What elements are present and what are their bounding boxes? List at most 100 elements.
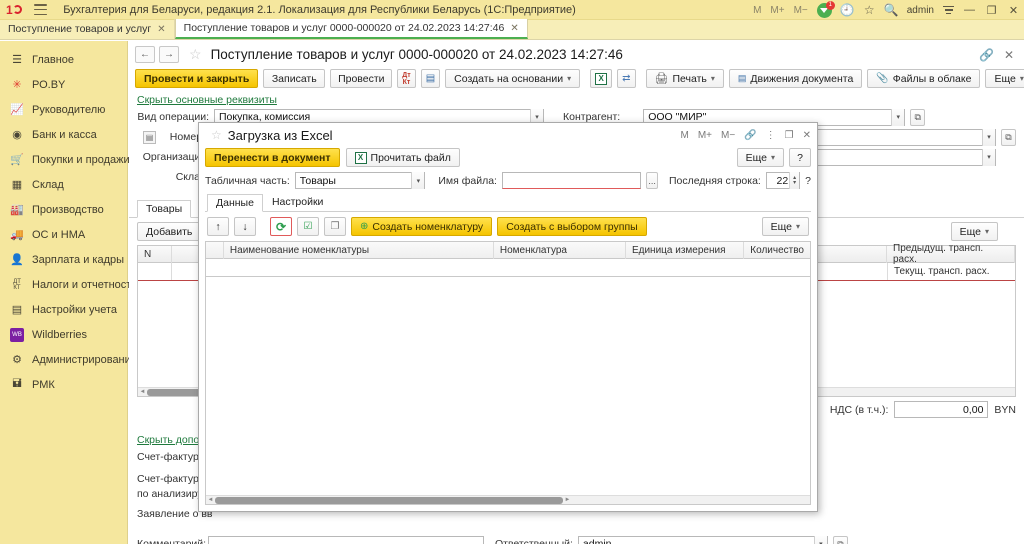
import-grid-body[interactable] bbox=[206, 277, 810, 495]
dialog-more-button[interactable]: Еще ▾ bbox=[736, 148, 784, 167]
memory-mplus-button[interactable]: M+ bbox=[770, 5, 784, 16]
memory-m-button[interactable]: M bbox=[753, 5, 761, 16]
add-row-button[interactable]: Добавить bbox=[137, 222, 202, 241]
create-on-basis-button[interactable]: Создать на основании ▾ bbox=[445, 69, 581, 88]
contract-open-button[interactable]: ⧉ bbox=[1001, 128, 1016, 146]
hide-main-props-link[interactable]: Скрыть основные реквизиты bbox=[137, 94, 277, 106]
move-up-button[interactable]: ↑ bbox=[207, 217, 229, 236]
copy-button[interactable]: ❐ bbox=[324, 217, 346, 236]
tab-nastroyki[interactable]: Настройки bbox=[263, 193, 333, 211]
sidebar-item-zarplata-kadry[interactable]: 👤 Зарплата и кадры bbox=[0, 247, 127, 272]
print-button[interactable]: 🖨 Печать ▾ bbox=[645, 69, 724, 88]
memory-mminus-button[interactable]: M− bbox=[721, 130, 735, 141]
create-with-group-button[interactable]: Создать с выбором группы bbox=[497, 217, 647, 236]
reports-button[interactable]: ▤ bbox=[420, 69, 441, 88]
responsible-field[interactable]: admin ▾ bbox=[577, 535, 828, 544]
close-window-button[interactable]: ✕ bbox=[1007, 4, 1020, 17]
comment-field[interactable] bbox=[208, 535, 484, 544]
table-part-value: Товары bbox=[299, 174, 336, 187]
dialog-grid-more-button[interactable]: Еще ▾ bbox=[761, 217, 809, 236]
more-button[interactable]: Еще ▾ bbox=[985, 69, 1024, 88]
sidebar-item-rmk[interactable]: 🖬 РМК bbox=[0, 372, 127, 397]
sidebar-item-proizvodstvo[interactable]: 🏭 Производство bbox=[0, 197, 127, 222]
chevron-down-icon[interactable]: ▾ bbox=[891, 108, 905, 126]
check-all-button[interactable]: ☑ bbox=[297, 217, 319, 236]
favorites-icon[interactable]: ☆ bbox=[863, 3, 876, 17]
minimize-button[interactable]: — bbox=[963, 4, 976, 16]
move-down-button[interactable]: ↓ bbox=[234, 217, 256, 236]
tab-postuplenie-1[interactable]: Поступление товаров и услуг ✕ bbox=[0, 19, 175, 39]
dialog-menu-icon[interactable]: ⋮ bbox=[766, 130, 776, 141]
sidebar-item-administrirovanie[interactable]: ⚙ Администрирование bbox=[0, 347, 137, 372]
scroll-left-icon[interactable]: ◄ bbox=[138, 389, 147, 395]
excel-export-button[interactable]: X bbox=[590, 69, 613, 88]
maximize-button[interactable]: ❐ bbox=[985, 4, 998, 17]
favorite-star-icon[interactable]: ☆ bbox=[189, 46, 202, 63]
search-icon[interactable]: 🔍 bbox=[884, 3, 899, 17]
notification-icon[interactable]: 1 bbox=[816, 0, 835, 18]
document-movements-button[interactable]: ▤ Движения документа bbox=[728, 69, 863, 88]
refresh-button[interactable]: ⟳ bbox=[270, 217, 292, 236]
last-row-help-icon[interactable]: ? bbox=[805, 175, 811, 187]
scroll-thumb[interactable] bbox=[215, 496, 563, 504]
tab-dannye[interactable]: Данные bbox=[207, 194, 263, 212]
exchange-button[interactable]: ⇄ bbox=[617, 69, 636, 88]
sidebar-item-bank-kassa[interactable]: ◉ Банк и касса bbox=[0, 122, 127, 147]
close-document-button[interactable]: ✕ bbox=[1004, 48, 1014, 62]
memory-m-button[interactable]: M bbox=[681, 130, 689, 141]
sidebar-item-glavnoe[interactable]: ☰ Главное bbox=[0, 47, 127, 72]
browse-file-button[interactable]: ... bbox=[646, 172, 658, 189]
link-icon[interactable]: 🔗 bbox=[979, 48, 994, 62]
scroll-right-icon[interactable]: ► bbox=[563, 497, 572, 503]
history-icon[interactable]: 🕘 bbox=[840, 3, 855, 17]
memory-mplus-button[interactable]: M+ bbox=[698, 130, 712, 141]
link-icon[interactable]: 🔗 bbox=[744, 130, 756, 141]
last-row-stepper[interactable]: 22 ▴ ▾ bbox=[765, 172, 801, 189]
import-grid-hscrollbar[interactable]: ◄ ► bbox=[206, 495, 810, 504]
sidebar-item-roby[interactable]: ✳ РО.BY bbox=[0, 72, 127, 97]
tab-close-icon[interactable]: ✕ bbox=[510, 23, 518, 34]
write-button[interactable]: Записать bbox=[263, 69, 326, 88]
chevron-down-icon[interactable]: ▾ bbox=[982, 148, 995, 166]
memory-mminus-button[interactable]: M− bbox=[794, 5, 808, 16]
cloud-files-button[interactable]: 📎 Файлы в облаке bbox=[867, 69, 981, 88]
sidebar-item-pokupki-prodazhi[interactable]: 🛒 Покупки и продажи bbox=[0, 147, 129, 172]
counterparty-open-button[interactable]: ⧉ bbox=[910, 108, 926, 126]
tools-menu-icon[interactable] bbox=[943, 5, 954, 15]
dialog-close-button[interactable]: ✕ bbox=[803, 130, 811, 141]
tab-postuplenie-2[interactable]: Поступление товаров и услуг 0000-000020 … bbox=[174, 19, 528, 39]
sidebar-item-os-nma[interactable]: 🚚 ОС и НМА bbox=[0, 222, 127, 247]
sidebar-item-sklad[interactable]: ▦ Склад bbox=[0, 172, 127, 197]
sidebar-item-wildberries[interactable]: WB Wildberries bbox=[0, 322, 127, 347]
current-user-label[interactable]: admin bbox=[907, 5, 934, 16]
dialog-help-button[interactable]: ? bbox=[789, 148, 811, 167]
tab-close-icon[interactable]: ✕ bbox=[157, 24, 165, 35]
scroll-left-icon[interactable]: ◄ bbox=[206, 497, 215, 503]
file-name-field[interactable] bbox=[501, 172, 642, 189]
goods-more-button[interactable]: Еще ▾ bbox=[950, 222, 998, 241]
transfer-to-document-button[interactable]: Перенести в документ bbox=[205, 148, 340, 167]
chevron-down-icon[interactable]: ▾ bbox=[813, 535, 827, 544]
stepper-arrows-icon[interactable]: ▴ ▾ bbox=[789, 172, 800, 189]
expand-icon[interactable]: ▤ bbox=[143, 130, 156, 144]
dialog-maximize-button[interactable]: ❐ bbox=[785, 130, 794, 141]
back-button[interactable]: ← bbox=[135, 46, 155, 63]
read-file-button[interactable]: X Прочитать файл bbox=[345, 148, 460, 167]
dialog-favorite-star-icon[interactable]: ☆ bbox=[211, 128, 222, 142]
import-grid-selected-row[interactable] bbox=[206, 259, 810, 277]
sidebar-item-rukovoditelyu[interactable]: 📈 Руководителю bbox=[0, 97, 127, 122]
create-item-button[interactable]: ⊕ Создать номенклатуру bbox=[351, 217, 493, 236]
forward-button[interactable]: → bbox=[159, 46, 179, 63]
post-and-close-button[interactable]: Провести и закрыть bbox=[135, 69, 259, 88]
post-button[interactable]: Провести bbox=[330, 69, 393, 88]
sidebar-item-nalogi-otchetnost[interactable]: ДТ КТ Налоги и отчетность bbox=[0, 272, 137, 297]
notification-count: 1 bbox=[825, 0, 835, 10]
sidebar-item-nastroyki-ucheta[interactable]: ▤ Настройки учета bbox=[0, 297, 127, 322]
tab-tovary[interactable]: Товары bbox=[137, 200, 192, 218]
chevron-down-icon[interactable]: ▾ bbox=[411, 172, 425, 189]
dt-kt-button[interactable]: Дт Кт bbox=[397, 69, 416, 88]
main-menu-icon[interactable] bbox=[34, 4, 48, 15]
table-part-field[interactable]: Товары ▾ bbox=[294, 172, 426, 189]
chevron-down-icon[interactable]: ▾ bbox=[982, 128, 995, 146]
responsible-open-button[interactable]: ⧉ bbox=[832, 535, 848, 544]
